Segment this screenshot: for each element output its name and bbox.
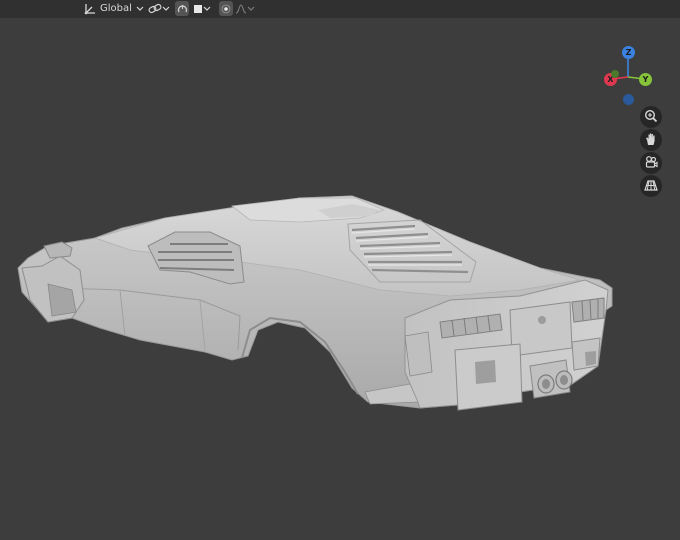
- square-icon: [193, 4, 203, 14]
- snap-target-dropdown[interactable]: [193, 1, 215, 16]
- target-dot-icon: [221, 4, 231, 14]
- perspective-toggle-button[interactable]: [640, 175, 662, 197]
- transform-orientation-dropdown[interactable]: Global: [84, 1, 144, 16]
- gizmo-axis-neg-y[interactable]: [611, 70, 619, 78]
- chevron-down-icon: [247, 6, 255, 12]
- snap-magnet-icon: [177, 3, 188, 14]
- link-icon: [148, 3, 162, 15]
- chevron-down-icon: [136, 6, 144, 12]
- hand-pan-icon: [644, 131, 658, 150]
- camera-view-button[interactable]: [640, 152, 662, 174]
- snap-toggle-button[interactable]: [175, 1, 189, 16]
- gizmo-axis-neg-z[interactable]: [623, 94, 634, 105]
- chevron-down-icon: [203, 6, 211, 12]
- navigation-gizmo[interactable]: Z X Y: [598, 40, 658, 112]
- zoom-button[interactable]: [640, 106, 662, 128]
- falloff-dropdown[interactable]: [235, 1, 257, 16]
- pivot-point-dropdown[interactable]: [148, 1, 172, 16]
- chevron-down-icon: [162, 6, 170, 12]
- 3d-viewport[interactable]: Global Z X Y: [0, 0, 680, 540]
- viewport-header-toolbar: Global: [0, 0, 680, 18]
- gizmo-axis-z[interactable]: Z: [622, 46, 635, 59]
- camera-icon: [644, 154, 658, 173]
- proportional-editing-button[interactable]: [219, 1, 233, 16]
- zoom-icon: [644, 108, 658, 127]
- falloff-curve-icon: [235, 3, 247, 14]
- transform-orientation-icon: [84, 3, 96, 15]
- grid-perspective-icon: [644, 177, 658, 196]
- car-body-model[interactable]: [0, 0, 680, 540]
- pan-button[interactable]: [640, 129, 662, 151]
- gizmo-axis-y[interactable]: Y: [639, 73, 652, 86]
- orientation-label: Global: [100, 3, 132, 14]
